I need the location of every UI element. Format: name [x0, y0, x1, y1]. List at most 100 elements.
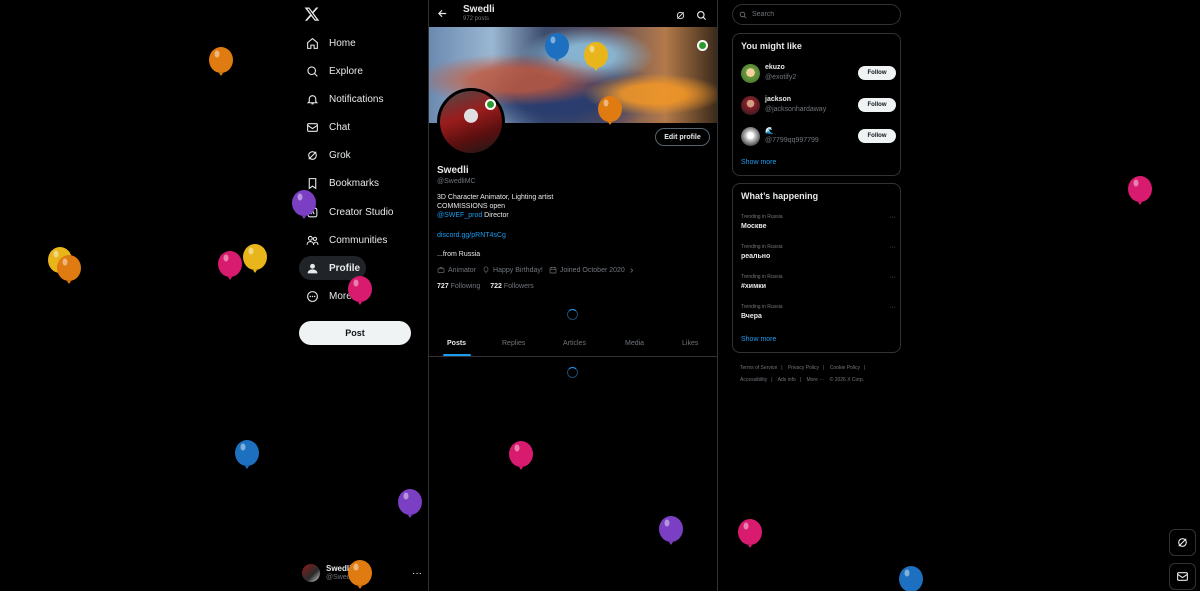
- bio-discord-link[interactable]: discord.gg/pRNT4sCg: [437, 231, 506, 240]
- trend-more-icon[interactable]: ···: [889, 274, 896, 281]
- footer-separator: |: [781, 365, 783, 371]
- back-arrow-icon[interactable]: [437, 8, 449, 20]
- profile-tabs: Posts Replies Articles Media Likes: [429, 335, 717, 357]
- account-switcher[interactable]: Swedli @SwedliMC ···: [302, 561, 422, 585]
- account-more-icon[interactable]: ···: [412, 568, 422, 579]
- following-link[interactable]: 727 Following: [437, 283, 480, 290]
- footer-link[interactable]: Privacy Policy: [788, 365, 819, 371]
- trend-context: Trending in Russia: [741, 214, 783, 220]
- footer-copyright: © 2026 X Corp.: [829, 377, 865, 383]
- whats-happening-card: What’s happening Trending in Russia Моск…: [732, 183, 901, 353]
- tab-likes[interactable]: Likes: [682, 340, 698, 347]
- bio-mention-link[interactable]: @SWEF_prod: [437, 212, 482, 219]
- nav-label-creator-studio: Creator Studio: [329, 206, 394, 218]
- account-handle: @SwedliMC: [326, 574, 365, 581]
- nav-label-more: More: [329, 290, 352, 302]
- suggested-user-name: 🌊: [765, 128, 774, 135]
- followers-count: 722: [490, 283, 502, 290]
- edit-profile-button[interactable]: Edit profile: [655, 128, 710, 146]
- trend-item[interactable]: Trending in Russia реально ···: [741, 244, 896, 268]
- nav-item-notifications[interactable]: Notifications: [299, 87, 389, 111]
- profile-avatar[interactable]: [437, 88, 505, 156]
- nav-item-grok[interactable]: Grok: [299, 143, 357, 167]
- profile-column: Swedli 972 posts Edit profile Swedli @Sw…: [428, 0, 718, 591]
- follow-button[interactable]: Follow: [858, 129, 896, 143]
- nav-item-home[interactable]: Home: [299, 31, 362, 55]
- nav-item-profile[interactable]: Profile: [299, 256, 367, 280]
- bell-icon: [305, 92, 319, 106]
- download-badge-icon: [697, 40, 708, 51]
- footer-link[interactable]: Accessibility: [740, 377, 767, 383]
- bio-line: COMMISSIONS open: [437, 203, 506, 210]
- suggested-user[interactable]: ekuzo @exotify2 Follow: [741, 62, 896, 86]
- nav-label-notifications: Notifications: [329, 93, 384, 105]
- left-navigation: Home Explore Notifications Chat Grok Boo…: [296, 0, 428, 591]
- trend-context: Trending in Russia: [741, 274, 783, 280]
- trend-topic: #химки: [741, 283, 767, 290]
- search-icon[interactable]: [696, 8, 708, 21]
- trend-item[interactable]: Trending in Russia Москве ···: [741, 214, 896, 238]
- post-button[interactable]: Post: [299, 321, 411, 345]
- whats-happening-show-more[interactable]: Show more: [741, 336, 776, 343]
- account-name: Swedli: [326, 564, 352, 573]
- nav-label-bookmarks: Bookmarks: [329, 177, 380, 189]
- follow-button[interactable]: Follow: [858, 66, 896, 80]
- footer-separator: |: [823, 365, 825, 371]
- header-post-count: 972 posts: [463, 16, 490, 22]
- following-label: Following: [450, 283, 481, 290]
- trend-item[interactable]: Trending in Russia Вчера ···: [741, 304, 896, 328]
- who-to-follow-show-more[interactable]: Show more: [741, 159, 776, 166]
- footer-link[interactable]: Cookie Policy: [830, 365, 860, 371]
- follow-button[interactable]: Follow: [858, 98, 896, 112]
- tab-media[interactable]: Media: [625, 340, 644, 347]
- suggested-user[interactable]: jackson @jacksonhardaway Follow: [741, 94, 896, 118]
- suggested-user-avatar: [741, 96, 760, 115]
- nav-item-creator-studio[interactable]: Creator Studio: [299, 200, 399, 224]
- footer-separator: |: [799, 377, 802, 383]
- trend-more-icon[interactable]: ···: [889, 244, 896, 251]
- grok-icon[interactable]: [675, 8, 687, 20]
- footer-link[interactable]: Terms of Service: [740, 365, 777, 371]
- messages-floating-button[interactable]: [1169, 563, 1196, 590]
- suggested-user[interactable]: 🌊 @7799qq997799 Follow: [741, 125, 896, 149]
- nav-item-chat[interactable]: Chat: [299, 115, 356, 139]
- search-input[interactable]: [752, 11, 892, 18]
- profile-birthday-label: Happy Birthday!: [493, 266, 543, 274]
- trend-more-icon[interactable]: ···: [889, 304, 896, 311]
- profile-meta-row: Animator Happy Birthday! Joined October …: [437, 266, 635, 274]
- person-icon: [305, 261, 319, 275]
- suggested-user-name: jackson: [765, 96, 792, 103]
- profile-header-bar: Swedli 972 posts: [429, 0, 717, 27]
- followers-link[interactable]: 722 Followers: [490, 283, 534, 290]
- tab-articles[interactable]: Articles: [563, 340, 586, 347]
- tab-posts[interactable]: Posts: [447, 340, 466, 347]
- profile-joined[interactable]: Joined October 2020: [549, 266, 635, 274]
- trend-more-icon[interactable]: ···: [889, 214, 896, 221]
- footer-link[interactable]: More ···: [806, 377, 824, 383]
- nav-label-home: Home: [329, 37, 356, 49]
- grok-floating-button[interactable]: [1169, 529, 1196, 556]
- profile-job-label: Animator: [448, 266, 477, 274]
- search-box[interactable]: [732, 4, 901, 25]
- profile-joined-label: Joined October 2020: [559, 266, 625, 274]
- tab-replies[interactable]: Replies: [502, 340, 525, 347]
- download-badge-icon: [485, 99, 496, 110]
- nav-item-bookmarks[interactable]: Bookmarks: [299, 171, 385, 195]
- followers-label: Followers: [503, 283, 534, 290]
- nav-item-more[interactable]: More: [299, 284, 358, 308]
- loading-spinner: [567, 309, 578, 320]
- footer-link[interactable]: Ads info: [778, 377, 796, 383]
- nav-item-communities[interactable]: Communities: [299, 228, 393, 252]
- x-logo-icon[interactable]: [304, 6, 322, 24]
- nav-label-chat: Chat: [329, 121, 351, 133]
- whats-happening-title: What’s happening: [741, 191, 819, 201]
- who-to-follow-card: You might like ekuzo @exotify2 Follow ja…: [732, 33, 901, 176]
- nav-item-explore[interactable]: Explore: [299, 59, 369, 83]
- grok-icon: [305, 148, 319, 162]
- balloon-icon: [217, 250, 243, 286]
- suggested-user-name: ekuzo: [765, 64, 785, 71]
- people-icon: [305, 233, 319, 247]
- trend-item[interactable]: Trending in Russia #химки ···: [741, 274, 896, 298]
- loading-spinner: [567, 367, 578, 378]
- follow-counts: 727 Following 722 Followers: [437, 283, 534, 290]
